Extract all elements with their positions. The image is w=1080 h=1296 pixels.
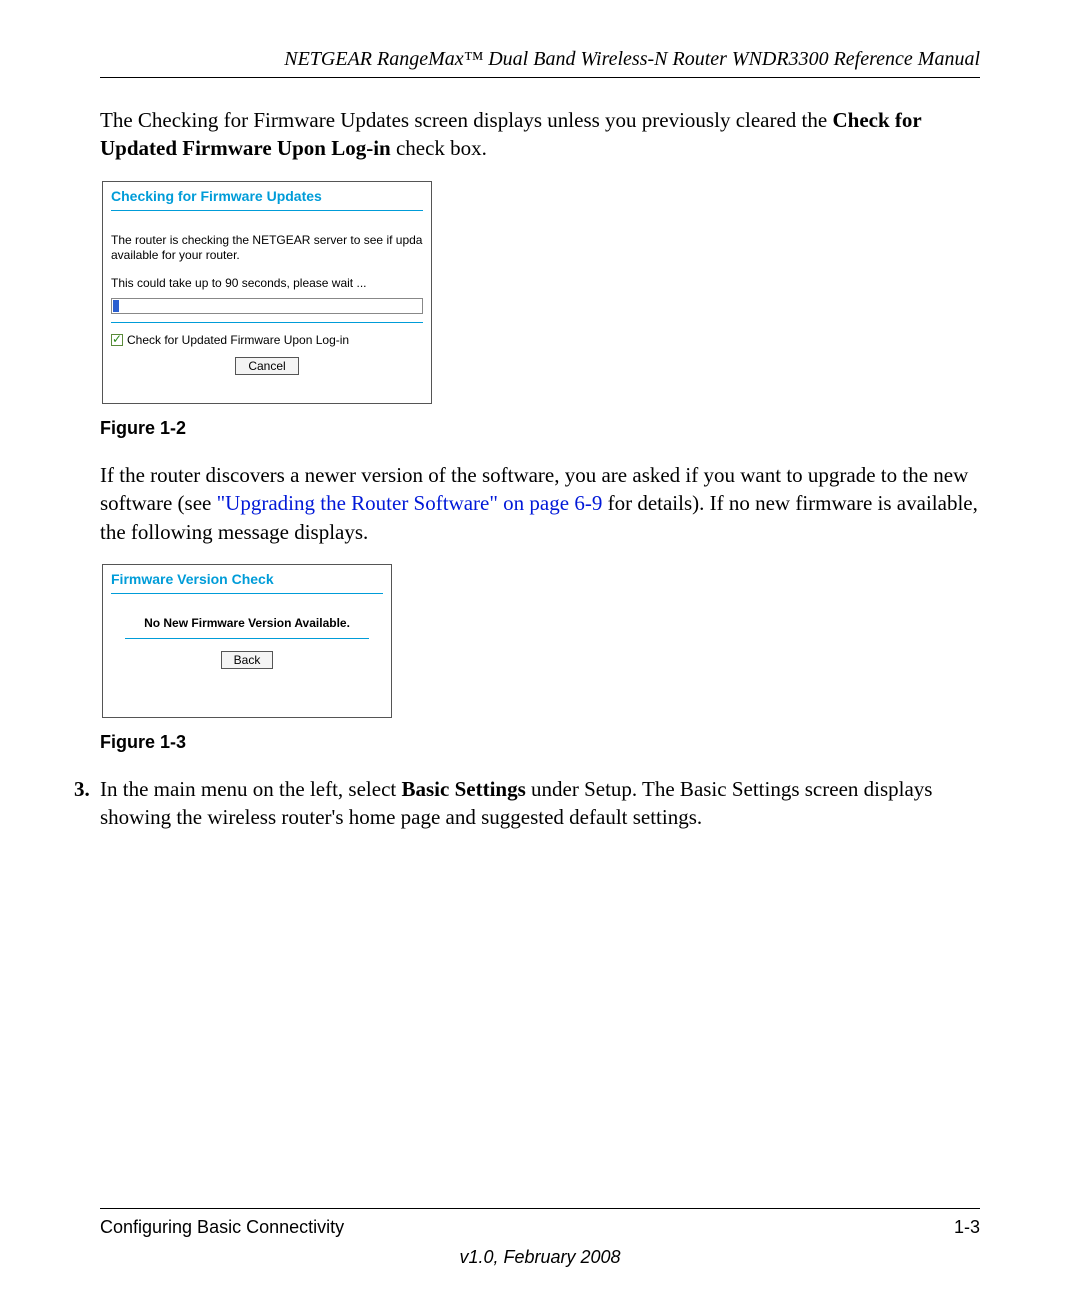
firmware-version-dialog: Firmware Version Check No New Firmware V… xyxy=(102,564,392,718)
dialog2-message: No New Firmware Version Available. xyxy=(103,616,391,638)
footer-page-number: 1-3 xyxy=(954,1217,980,1238)
paragraph-1: The Checking for Firmware Updates screen… xyxy=(100,106,980,163)
dialog1-rule2 xyxy=(111,322,423,323)
dialog1-checkbox-row: Check for Updated Firmware Upon Log-in xyxy=(103,331,431,357)
step-3-number: 3. xyxy=(64,775,88,832)
paragraph-2: If the router discovers a newer version … xyxy=(100,461,980,546)
para1-text-c: check box. xyxy=(391,136,487,160)
figure-caption-1: Figure 1-2 xyxy=(100,418,980,439)
page-footer: Configuring Basic Connectivity 1-3 xyxy=(100,1208,980,1238)
figure-caption-2: Figure 1-3 xyxy=(100,732,980,753)
footer-section: Configuring Basic Connectivity xyxy=(100,1217,344,1238)
firmware-check-dialog: Checking for Firmware Updates The router… xyxy=(102,181,432,404)
footer-version: v1.0, February 2008 xyxy=(100,1247,980,1268)
dialog2-rule2 xyxy=(125,638,369,639)
dialog1-title: Checking for Firmware Updates xyxy=(103,182,431,208)
para1-text-a: The Checking for Firmware Updates screen… xyxy=(100,108,832,132)
firmware-checkbox-label: Check for Updated Firmware Upon Log-in xyxy=(127,333,349,347)
dialog1-text: The router is checking the NETGEAR serve… xyxy=(103,233,431,270)
back-button[interactable]: Back xyxy=(221,651,274,669)
firmware-checkbox[interactable] xyxy=(111,334,123,346)
footer-rule xyxy=(100,1208,980,1209)
dialog1-wait-text: This could take up to 90 seconds, please… xyxy=(103,270,431,298)
dialog2-rule xyxy=(111,593,383,594)
step3-text-bold: Basic Settings xyxy=(402,777,526,801)
step-3: 3. In the main menu on the left, select … xyxy=(64,775,980,832)
step-3-text: In the main menu on the left, select Bas… xyxy=(100,775,980,832)
header-rule xyxy=(100,77,980,78)
step3-text-a: In the main menu on the left, select xyxy=(100,777,402,801)
dialog2-title: Firmware Version Check xyxy=(103,565,391,591)
cancel-button[interactable]: Cancel xyxy=(235,357,298,375)
upgrade-software-link[interactable]: "Upgrading the Router Software" on page … xyxy=(217,491,603,515)
dialog1-rule xyxy=(111,210,423,211)
dialog1-progress-bar xyxy=(111,298,423,314)
page-header-title: NETGEAR RangeMax™ Dual Band Wireless-N R… xyxy=(100,48,980,77)
